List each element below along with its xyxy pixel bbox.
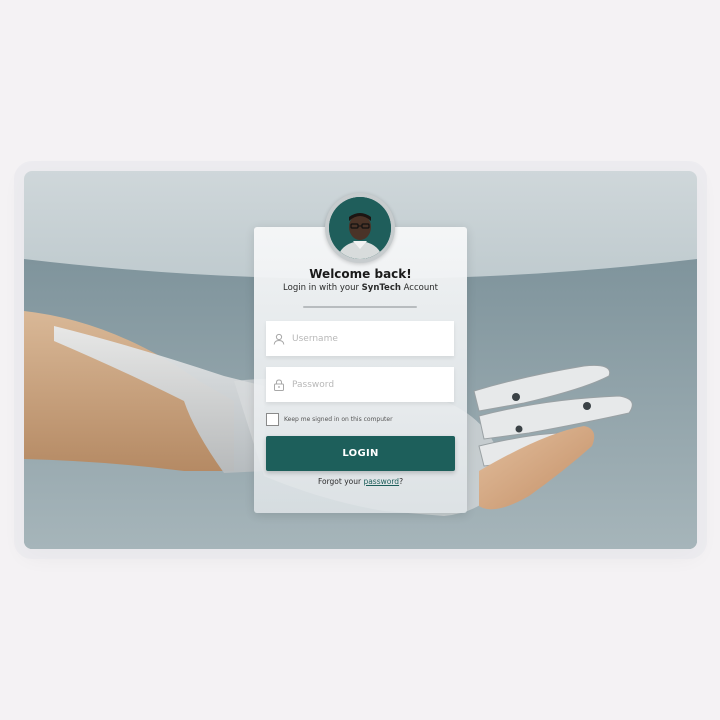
subtitle-prefix: Login in with your <box>283 283 362 293</box>
user-icon <box>273 333 285 345</box>
username-field[interactable] <box>266 321 454 356</box>
avatar <box>325 193 395 263</box>
subtitle-suffix: Account <box>400 283 438 293</box>
user-portrait-icon <box>329 197 391 259</box>
remember-label: Keep me signed in on this computer <box>284 416 393 423</box>
login-subtitle: Login in with your SynTech Account <box>254 283 467 293</box>
remember-me: Keep me signed in on this computer <box>266 413 393 426</box>
password-field[interactable] <box>266 367 454 402</box>
welcome-title: Welcome back! <box>309 267 412 281</box>
username-input[interactable] <box>292 333 442 344</box>
forgot-prefix: Forgot your <box>317 477 364 486</box>
password-input[interactable] <box>292 379 442 390</box>
login-page: Welcome back! Login in with your SynTech… <box>0 0 720 720</box>
login-button[interactable]: LOGIN <box>266 436 455 471</box>
forgot-password-text: Forgot your password? <box>254 477 467 486</box>
remember-checkbox[interactable] <box>266 413 279 426</box>
title-divider <box>303 306 417 308</box>
forgot-suffix: ? <box>399 477 404 486</box>
brand-name: SynTech <box>361 283 401 293</box>
forgot-password-link[interactable]: password <box>363 477 399 486</box>
profile-photo <box>329 197 391 259</box>
lock-icon <box>274 378 284 391</box>
